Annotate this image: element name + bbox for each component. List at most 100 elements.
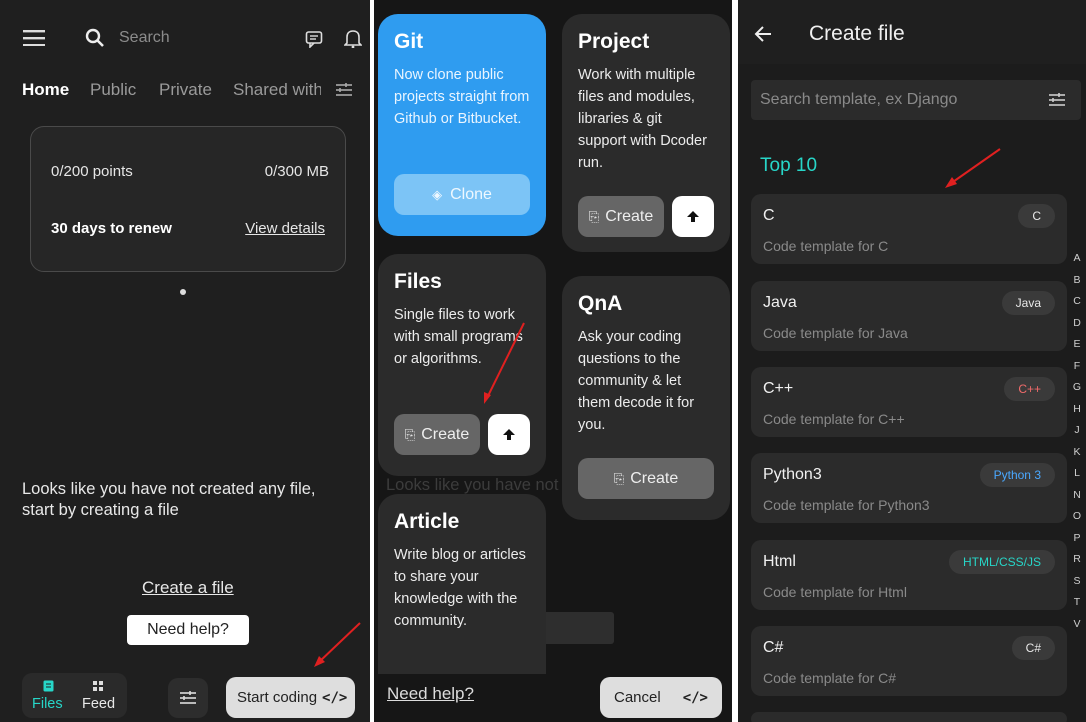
files-create-button[interactable]: ⎘ Create [394, 414, 480, 455]
git-title: Git [394, 30, 424, 53]
qna-title: QnA [578, 292, 623, 315]
index-letter[interactable]: R [1070, 553, 1084, 565]
template-name: C++ [763, 380, 794, 397]
language-badge: C++ [1004, 377, 1055, 401]
annotation-arrow [945, 148, 1001, 188]
nav-feed[interactable]: Feed [82, 696, 115, 712]
template-row[interactable]: Java Code template for Java Java [751, 281, 1067, 351]
start-coding-button[interactable]: Start coding </> [226, 677, 355, 718]
qna-description: Ask your coding questions to the communi… [578, 329, 695, 433]
upload-icon [503, 428, 515, 440]
index-letter[interactable]: D [1070, 317, 1084, 329]
new-file-icon: ⎘ [613, 470, 625, 486]
template-row[interactable]: Html Code template for Html HTML/CSS/JS [751, 540, 1067, 610]
project-card[interactable]: Project Work with multiple files and mod… [562, 14, 730, 252]
language-badge: C [1018, 204, 1055, 228]
index-letter[interactable]: V [1070, 618, 1084, 630]
index-letter[interactable]: L [1070, 467, 1084, 479]
article-description: Write blog or articles to share your kno… [394, 547, 526, 629]
index-letter[interactable]: K [1070, 446, 1084, 458]
search-icon[interactable] [84, 27, 106, 49]
language-badge: C# [1011, 636, 1055, 660]
code-icon: </> [322, 689, 348, 706]
template-name: C# [763, 639, 784, 656]
template-name: Python3 [763, 466, 822, 483]
tab-shared-with[interactable]: Shared with [233, 80, 321, 100]
need-help-link[interactable]: Need help? [387, 684, 474, 704]
index-letter[interactable]: O [1070, 510, 1084, 522]
project-description: Work with multiple files and modules, li… [578, 67, 707, 171]
git-description: Now clone public projects straight from … [394, 67, 530, 127]
files-card[interactable]: Files Single files to work with small pr… [378, 254, 546, 476]
index-letter[interactable]: T [1070, 596, 1084, 608]
menu-icon[interactable] [22, 28, 46, 48]
cancel-button[interactable]: Cancel </> [600, 677, 722, 718]
index-letter[interactable]: J [1070, 424, 1084, 436]
files-upload-button[interactable] [488, 414, 530, 455]
index-letter[interactable]: F [1070, 360, 1084, 372]
back-arrow-icon[interactable] [752, 24, 774, 44]
qna-create-button[interactable]: ⎘ Create [578, 458, 714, 499]
index-letter[interactable]: C [1070, 295, 1084, 307]
page-indicator-dot [180, 289, 186, 295]
template-search-bar[interactable]: Search template, ex Django [751, 80, 1081, 120]
project-create-button[interactable]: ⎘ Create [578, 196, 664, 237]
template-description: Code template for Html [763, 584, 907, 600]
index-letter[interactable]: P [1070, 532, 1084, 544]
usage-card: 0/200 points 0/300 MB 30 days to renew V… [30, 126, 346, 272]
bottom-nav: Files Feed [22, 673, 127, 718]
language-badge: Java [1001, 291, 1055, 315]
sort-icon [180, 691, 196, 704]
files-icon [41, 679, 55, 693]
git-card[interactable]: Git Now clone public projects straight f… [378, 14, 546, 236]
create-file-screen: Create file Search template, ex Django T… [738, 0, 1086, 722]
project-title: Project [578, 30, 650, 53]
tab-private[interactable]: Private [159, 80, 212, 100]
template-row[interactable]: Python3 Code template for Python3 Python… [751, 453, 1067, 523]
view-details-link[interactable]: View details [245, 220, 325, 237]
template-name: Java [763, 294, 797, 311]
create-file-link[interactable]: Create a file [142, 578, 234, 598]
clone-label: Clone [450, 185, 492, 203]
message-icon[interactable] [303, 28, 325, 50]
filter-icon[interactable] [1047, 91, 1067, 109]
template-row[interactable]: C# Code template for C# C# [751, 626, 1067, 696]
index-letter[interactable]: G [1070, 381, 1084, 393]
faded-background-text: Looks like you have not [386, 476, 559, 494]
index-letter[interactable]: E [1070, 338, 1084, 350]
language-badge: HTML/CSS/JS [948, 550, 1055, 574]
cancel-label: Cancel [614, 689, 661, 706]
template-description: Code template for C# [763, 670, 897, 686]
template-row[interactable]: C++ Code template for C++ C++ [751, 367, 1067, 437]
section-heading: Top 10 [760, 155, 818, 176]
template-row[interactable] [751, 712, 1067, 722]
project-upload-button[interactable] [672, 196, 714, 237]
index-letter[interactable]: B [1070, 274, 1084, 286]
index-letter[interactable]: N [1070, 489, 1084, 501]
bell-icon[interactable] [342, 27, 364, 49]
need-help-button[interactable]: Need help? [127, 615, 249, 645]
qna-card[interactable]: QnA Ask your coding questions to the com… [562, 276, 730, 520]
new-file-icon: ⎘ [404, 426, 416, 442]
nav-files[interactable]: Files [32, 696, 63, 712]
template-search-input[interactable]: Search template, ex Django [760, 91, 957, 109]
project-create-label: Create [605, 207, 654, 225]
index-letter[interactable]: S [1070, 575, 1084, 587]
template-name: C [763, 207, 775, 224]
search-input[interactable]: Search [119, 29, 170, 47]
filter-icon[interactable] [334, 81, 354, 99]
article-title: Article [394, 510, 460, 533]
points-text: 0/200 points [51, 163, 133, 180]
upload-icon [687, 210, 699, 222]
article-card[interactable]: Article Write blog or articles to share … [378, 494, 546, 674]
template-row[interactable]: C Code template for C C [751, 194, 1067, 264]
feed-icon [91, 679, 105, 693]
index-letter[interactable]: A [1070, 252, 1084, 264]
clone-button[interactable]: ◈ Clone [394, 174, 530, 215]
tab-public[interactable]: Public [90, 80, 136, 100]
language-badge: Python 3 [979, 463, 1055, 487]
empty-state-message: Looks like you have not created any file… [22, 480, 316, 519]
index-letter[interactable]: H [1070, 403, 1084, 415]
tab-home[interactable]: Home [22, 80, 69, 100]
sort-button[interactable] [168, 678, 208, 718]
